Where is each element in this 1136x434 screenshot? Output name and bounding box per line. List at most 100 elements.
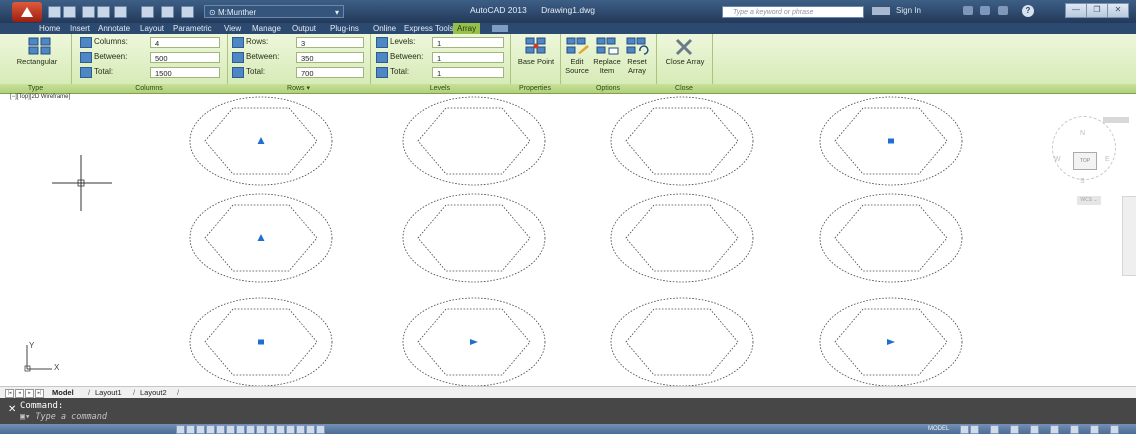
replace-item-button[interactable]: Replace Item — [592, 57, 622, 75]
close-button[interactable]: ✕ — [1107, 3, 1129, 18]
quick-view-layouts-icon[interactable] — [960, 425, 969, 434]
last-layout-icon[interactable]: ▸| — [35, 389, 44, 398]
communication-icon[interactable] — [998, 6, 1008, 15]
viewcube-east-label[interactable]: E — [1105, 156, 1110, 163]
tab-output[interactable]: Output — [292, 23, 316, 34]
quick-properties-icon[interactable] — [296, 425, 305, 434]
plot-icon[interactable] — [114, 6, 127, 18]
tab-plug-ins[interactable]: Plug-ins — [330, 23, 359, 34]
array-item[interactable] — [610, 193, 754, 283]
dynamic-input-icon[interactable] — [266, 425, 275, 434]
close-array-button[interactable]: Close Array — [660, 57, 710, 66]
tab-insert[interactable]: Insert — [70, 23, 90, 34]
application-menu-button[interactable] — [12, 2, 42, 22]
base-point-button[interactable]: Base Point — [512, 57, 560, 66]
restore-button[interactable]: ❐ — [1086, 3, 1108, 18]
rectangular-button[interactable]: Rectangular — [8, 57, 66, 66]
drawing-canvas[interactable] — [0, 93, 1136, 393]
array-item[interactable] — [402, 96, 546, 186]
next-layout-icon[interactable]: ▸ — [25, 389, 34, 398]
print-icon[interactable] — [141, 6, 154, 18]
help-button[interactable]: ? — [1022, 5, 1034, 17]
selection-cycling-icon[interactable] — [306, 425, 315, 434]
array-item[interactable] — [819, 193, 963, 283]
viewcube-top-face[interactable]: TOP — [1073, 152, 1097, 170]
ortho-mode-icon[interactable] — [206, 425, 215, 434]
tab-model[interactable]: Model — [52, 388, 74, 398]
tab-view[interactable]: View — [224, 23, 241, 34]
wcs-menu[interactable]: WCS ⌄ — [1077, 196, 1101, 205]
command-input[interactable]: ▣▾ Type a command — [20, 412, 107, 422]
workspace-selector[interactable]: ⊙ M:Munther ▾ — [204, 5, 344, 18]
viewport-window-controls[interactable] — [1103, 117, 1129, 123]
save-as-icon[interactable] — [97, 6, 110, 18]
viewcube-north-label[interactable]: N — [1080, 130, 1085, 137]
minimize-button[interactable]: — — [1065, 3, 1087, 18]
levels-field[interactable]: 1 — [432, 37, 504, 48]
tab-layout2[interactable]: Layout2 — [140, 388, 167, 398]
snap-mode-icon[interactable] — [186, 425, 195, 434]
open-icon[interactable] — [63, 6, 76, 18]
array-grid[interactable] — [189, 96, 963, 387]
tab-home[interactable]: Home — [39, 23, 60, 34]
levels-between-field[interactable]: 1 — [432, 52, 504, 63]
annotation-visibility-icon[interactable] — [1010, 425, 1019, 434]
tab-manage[interactable]: Manage — [252, 23, 281, 34]
lineweight-icon[interactable] — [276, 425, 285, 434]
reset-array-button[interactable]: Reset Array — [622, 57, 652, 75]
tab-express-tools[interactable]: Express Tools — [404, 23, 454, 34]
edit-source-button[interactable]: Edit Source — [562, 57, 592, 75]
tab-layout1[interactable]: Layout1 — [95, 388, 122, 398]
undo-icon[interactable] — [161, 6, 174, 18]
tab-parametric[interactable]: Parametric — [173, 23, 212, 34]
tab-annotate[interactable]: Annotate — [98, 23, 130, 34]
array-item[interactable] — [189, 193, 333, 283]
new-icon[interactable] — [48, 6, 61, 18]
ribbon-toggle-icon[interactable] — [492, 25, 508, 32]
clean-screen-icon[interactable] — [1110, 425, 1119, 434]
rows-field[interactable]: 3 — [296, 37, 364, 48]
workspace-switching-icon[interactable] — [1030, 425, 1039, 434]
3d-object-snap-icon[interactable] — [236, 425, 245, 434]
redo-icon[interactable] — [181, 6, 194, 18]
save-icon[interactable] — [82, 6, 95, 18]
quick-view-drawings-icon[interactable] — [970, 425, 979, 434]
polar-tracking-icon[interactable] — [216, 425, 225, 434]
isolate-objects-icon[interactable] — [1090, 425, 1099, 434]
rows-between-field[interactable]: 350 — [296, 52, 364, 63]
search-input[interactable]: Type a keyword or phrase — [722, 6, 864, 18]
array-item[interactable] — [402, 297, 546, 387]
lock-icon[interactable] — [1050, 425, 1059, 434]
array-item[interactable] — [819, 96, 963, 186]
model-space-indicator[interactable]: MODEL — [928, 425, 949, 433]
hardware-acceleration-icon[interactable] — [1070, 425, 1079, 434]
close-icon[interactable]: ✕ — [8, 404, 16, 415]
array-item[interactable] — [610, 297, 754, 387]
first-layout-icon[interactable]: |◂ — [5, 389, 14, 398]
columns-total-field[interactable]: 1500 — [150, 67, 220, 78]
grid-display-icon[interactable] — [196, 425, 205, 434]
object-snap-tracking-icon[interactable] — [246, 425, 255, 434]
viewcube-compass[interactable] — [1052, 116, 1116, 180]
viewcube-west-label[interactable]: W — [1054, 156, 1061, 163]
array-item[interactable] — [610, 96, 754, 186]
star-icon[interactable] — [980, 6, 990, 15]
infer-constraints-icon[interactable] — [176, 425, 185, 434]
tab-array[interactable]: Array — [453, 23, 481, 34]
rows-panel-title[interactable]: Rows ▾ — [227, 84, 370, 93]
rows-total-field[interactable]: 700 — [296, 67, 364, 78]
previous-layout-icon[interactable]: ◂ — [15, 389, 24, 398]
annotation-monitor-icon[interactable] — [316, 425, 325, 434]
array-item[interactable] — [819, 297, 963, 387]
dynamic-ucs-icon[interactable] — [256, 425, 265, 434]
transparency-icon[interactable] — [286, 425, 295, 434]
sign-in-button[interactable]: Sign In — [872, 6, 921, 15]
tab-layout[interactable]: Layout — [140, 23, 164, 34]
navigation-bar[interactable] — [1122, 196, 1136, 276]
columns-between-field[interactable]: 500 — [150, 52, 220, 63]
exchange-icon[interactable] — [963, 6, 973, 15]
tab-online[interactable]: Online — [373, 23, 396, 34]
annotation-scale-icon[interactable] — [990, 425, 999, 434]
columns-field[interactable]: 4 — [150, 37, 220, 48]
array-item[interactable] — [189, 297, 333, 387]
